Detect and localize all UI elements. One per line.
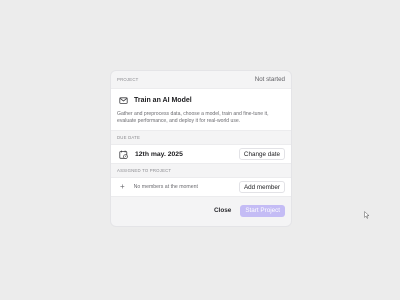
plus-icon: +: [120, 182, 125, 191]
project-description: Gather and preprocess data, choose a mod…: [117, 111, 269, 124]
project-section-header: PROJECT Not started: [111, 71, 291, 88]
due-date-value: 12th may. 2025: [135, 150, 183, 158]
members-empty-text: No members at the moment: [133, 184, 198, 190]
calendar-icon: [119, 150, 128, 159]
project-dialog: PROJECT Not started Train an AI Model Ga…: [110, 70, 292, 227]
dialog-footer: Close Start Project: [111, 197, 291, 224]
close-button[interactable]: Close: [214, 207, 231, 214]
mail-icon: [119, 96, 128, 105]
due-date-row: 12th may. 2025 Change date: [111, 144, 291, 164]
change-date-button[interactable]: Change date: [238, 148, 285, 160]
due-date-section-header: DUE DATE: [111, 131, 291, 144]
add-member-button[interactable]: Add member: [238, 181, 285, 193]
assigned-section-label: ASSIGNED TO PROJECT: [117, 168, 172, 173]
project-section-label: PROJECT: [117, 77, 139, 82]
status-badge: Not started: [254, 76, 285, 83]
due-date-section-label: DUE DATE: [117, 135, 141, 140]
start-project-button[interactable]: Start Project: [240, 204, 285, 217]
assigned-row: + No members at the moment Add member: [111, 177, 291, 197]
assigned-section-header: ASSIGNED TO PROJECT: [111, 164, 291, 177]
project-panel: Train an AI Model Gather and preprocess …: [111, 88, 291, 131]
pointer-cursor-icon: [364, 206, 370, 219]
project-title: Train an AI Model: [134, 96, 192, 104]
